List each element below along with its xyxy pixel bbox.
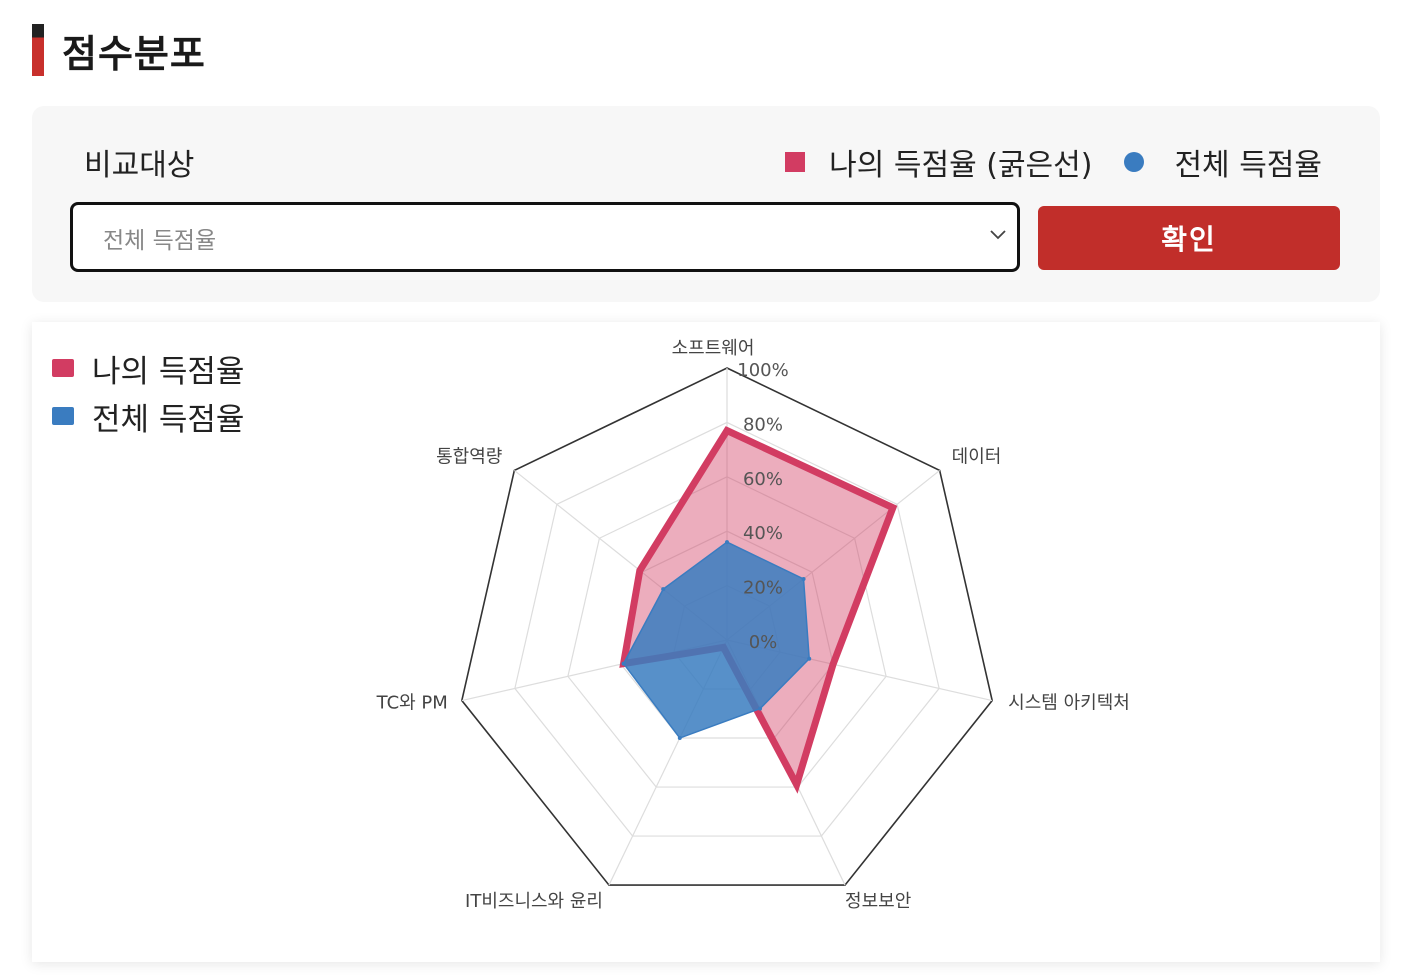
radar-point-all	[661, 587, 666, 592]
title-accent-bar	[32, 24, 44, 76]
radar-point-all	[758, 706, 763, 711]
page-title: 점수분포	[62, 31, 206, 76]
radar-tick-label: 20%	[743, 578, 783, 599]
compare-select[interactable]: 전체 득점율	[70, 202, 1020, 272]
radar-point-my	[890, 505, 895, 510]
radar-category-label: TC와 PM	[376, 693, 448, 714]
radar-tick-label: 80%	[743, 414, 783, 435]
radar-point-my	[637, 568, 642, 573]
radar-point-all	[807, 656, 812, 661]
radar-point-all	[621, 661, 626, 666]
compare-panel: 비교대상 나의 득점율 (굵은선) 전체 득점율 전체 득점율 확인	[32, 106, 1380, 302]
radar-category-label: 시스템 아키텍처	[1008, 693, 1130, 714]
radar-point-all	[677, 736, 682, 741]
radar-point-all	[725, 540, 729, 545]
radar-category-label: 데이터	[952, 446, 1002, 467]
compare-label: 비교대상	[84, 148, 195, 183]
radar-point-all	[801, 576, 806, 581]
legend-all-label: 전체 득점율	[1174, 148, 1322, 183]
radar-tick-label: 0%	[749, 632, 778, 653]
radar-category-label: 소프트웨어	[672, 338, 755, 359]
chevron-down-icon	[990, 230, 1006, 240]
radar-tick-label: 100%	[737, 360, 788, 381]
all-score-dot-icon	[1124, 152, 1145, 172]
radar-tick-label: 40%	[743, 523, 783, 544]
compare-select-value: 전체 득점율	[103, 228, 217, 254]
radar-category-label: IT비즈니스와 윤리	[465, 891, 603, 912]
my-score-square-icon	[785, 152, 806, 172]
radar-chart: 0% 20% 40% 60% 80% 100%소프트웨어데이터시스템 아키텍처정보보안 IT…	[376, 338, 1130, 912]
radar-point-my	[725, 428, 729, 433]
radar-category-label: 정보보안	[845, 891, 911, 912]
radar-point-my	[831, 662, 836, 667]
radar-point-my	[794, 782, 799, 787]
chart-panel: 나의 득점율 전체 득점율 0% 20% 40% 60% 80% 100% 소프트웨어 데이터…	[32, 322, 1380, 962]
radar-tick-label: 60%	[743, 469, 783, 490]
legend-my-label: 나의 득점율 (굵은선)	[829, 148, 1093, 183]
radar-category-label: 통합역량	[436, 446, 502, 467]
top-legend: 나의 득점율 (굵은선) 전체 득점율	[785, 140, 1322, 184]
confirm-button[interactable]: 확인	[1038, 206, 1340, 270]
page-header: 점수분포	[32, 24, 206, 76]
